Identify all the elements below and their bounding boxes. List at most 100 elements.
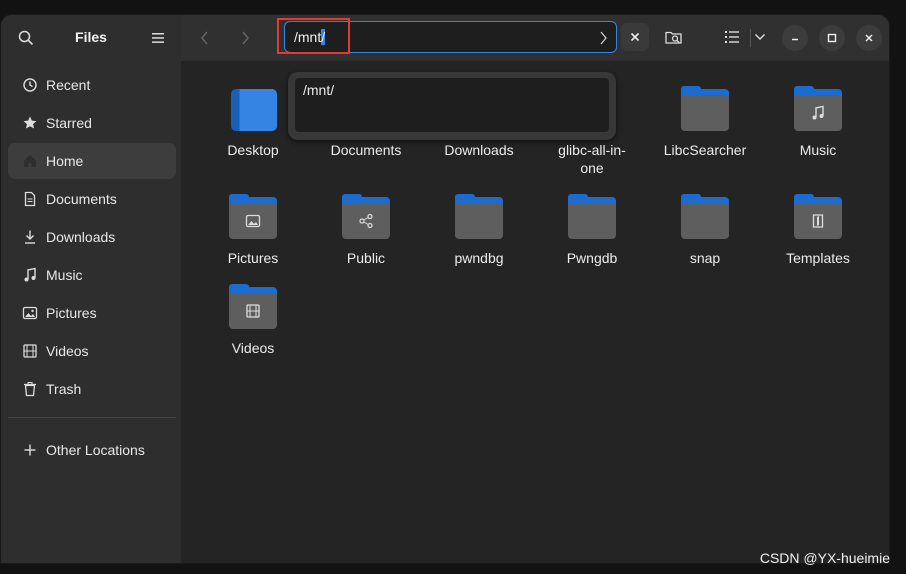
- file-item-videos[interactable]: Videos: [203, 284, 303, 357]
- view-options-button[interactable]: [746, 23, 774, 51]
- file-label: Desktop: [227, 142, 279, 158]
- sidebar-item-label: Home: [46, 153, 84, 169]
- chevron-left-icon: [201, 31, 208, 45]
- forward-button[interactable]: [233, 26, 257, 50]
- file-item-public[interactable]: Public: [316, 194, 416, 267]
- file-item-pwndbg[interactable]: pwndbg: [429, 194, 529, 267]
- sidebar: Files Recent Starred Home Documents Down…: [1, 15, 181, 563]
- file-label: Pwngdb: [566, 250, 618, 266]
- sidebar-item-music[interactable]: Music: [8, 257, 176, 293]
- picture-icon: [22, 306, 38, 320]
- sidebar-item-recent[interactable]: Recent: [8, 67, 176, 103]
- back-button[interactable]: [193, 26, 217, 50]
- list-view-icon: [725, 31, 739, 43]
- main-menu-button[interactable]: [147, 27, 169, 49]
- desktop-folder-icon: [231, 89, 277, 131]
- file-label: Public: [346, 250, 386, 266]
- sidebar-item-label: Music: [46, 267, 83, 283]
- location-autocomplete-popover: /mnt/: [288, 72, 616, 140]
- search-in-folder-button[interactable]: [660, 23, 688, 51]
- sidebar-item-pictures[interactable]: Pictures: [8, 295, 176, 331]
- document-icon: [24, 191, 36, 207]
- sidebar-divider: [8, 417, 176, 418]
- close-icon: [865, 34, 873, 42]
- home-icon: [24, 155, 36, 167]
- sidebar-item-other-locations[interactable]: Other Locations: [8, 432, 176, 468]
- music-icon: [812, 105, 824, 120]
- folder-icon: [229, 194, 277, 239]
- music-icon: [24, 267, 36, 282]
- watermark: CSDN @YX-hueimie: [759, 550, 890, 566]
- template-icon: [812, 214, 824, 228]
- chevron-down-icon: [755, 34, 765, 40]
- file-label: LibcSearcher: [663, 142, 747, 158]
- folder-icon: [794, 194, 842, 239]
- share-icon: [359, 213, 373, 229]
- sidebar-item-downloads[interactable]: Downloads: [8, 219, 176, 255]
- video-icon: [246, 304, 260, 318]
- trash-icon: [24, 382, 36, 397]
- view-list-button[interactable]: [718, 23, 746, 51]
- close-window-button[interactable]: [856, 25, 882, 51]
- file-label: Documents: [330, 142, 402, 158]
- sidebar-item-videos[interactable]: Videos: [8, 333, 176, 369]
- folder-icon: [681, 194, 729, 239]
- picture-icon: [245, 214, 261, 228]
- file-item-pictures[interactable]: Pictures: [203, 194, 303, 267]
- folder-icon: [681, 86, 729, 131]
- file-item-libcsearcher[interactable]: LibcSearcher: [655, 86, 755, 159]
- sidebar-item-label: Starred: [46, 115, 92, 131]
- sidebar-item-label: Documents: [46, 191, 117, 207]
- folder-icon: [229, 284, 277, 329]
- folder-icon: [455, 194, 503, 239]
- location-entry[interactable]: /mnt/: [284, 21, 617, 53]
- folder-icon: [794, 86, 842, 131]
- sidebar-item-label: Pictures: [46, 305, 97, 321]
- star-icon: [23, 116, 37, 129]
- folder-icon: [342, 194, 390, 239]
- file-label: snap: [689, 250, 721, 266]
- location-entry-text: /mnt/: [294, 29, 326, 45]
- file-label: Pictures: [227, 250, 279, 266]
- file-label: Downloads: [444, 142, 514, 158]
- hamburger-icon: [152, 33, 164, 43]
- video-icon: [23, 344, 37, 358]
- maximize-icon: [827, 33, 837, 43]
- file-label: Music: [799, 142, 837, 158]
- download-icon: [25, 230, 35, 244]
- sidebar-item-label: Other Locations: [46, 442, 145, 458]
- file-item-snap[interactable]: snap: [655, 194, 755, 267]
- folder-search-icon: [665, 31, 682, 44]
- autocomplete-item[interactable]: /mnt/: [303, 82, 334, 98]
- sidebar-item-documents[interactable]: Documents: [8, 181, 176, 217]
- sidebar-item-label: Downloads: [46, 229, 116, 245]
- sidebar-item-home[interactable]: Home: [8, 143, 176, 179]
- close-location-button[interactable]: [621, 23, 649, 51]
- chevron-right-icon: [600, 31, 607, 45]
- sidebar-item-label: Recent: [46, 77, 91, 93]
- close-icon: [630, 32, 640, 42]
- file-label: glibc-all-in-one: [558, 142, 626, 176]
- folder-icon: [568, 194, 616, 239]
- sidebar-item-starred[interactable]: Starred: [8, 105, 176, 141]
- file-label: Templates: [786, 250, 850, 266]
- minimize-icon: [792, 38, 798, 41]
- chevron-right-icon: [242, 31, 249, 45]
- file-item-music[interactable]: Music: [768, 86, 868, 159]
- header-bar: /mnt/: [181, 15, 889, 61]
- sidebar-item-trash[interactable]: Trash: [8, 371, 176, 407]
- file-item-templates[interactable]: Templates: [768, 194, 868, 267]
- minimize-button[interactable]: [782, 25, 808, 51]
- clock-icon: [23, 78, 37, 92]
- autocomplete-list: /mnt/: [295, 78, 609, 132]
- maximize-button[interactable]: [819, 25, 845, 51]
- file-item-pwngdb[interactable]: Pwngdb: [542, 194, 642, 267]
- plus-icon: [24, 444, 36, 456]
- file-label: pwndbg: [454, 250, 504, 266]
- sidebar-header: Files: [1, 15, 181, 61]
- go-button[interactable]: [593, 28, 613, 48]
- sidebar-item-label: Trash: [46, 381, 82, 397]
- file-label: Videos: [231, 340, 275, 356]
- files-window: Files Recent Starred Home Documents Down…: [0, 14, 890, 564]
- sidebar-item-label: Videos: [46, 343, 89, 359]
